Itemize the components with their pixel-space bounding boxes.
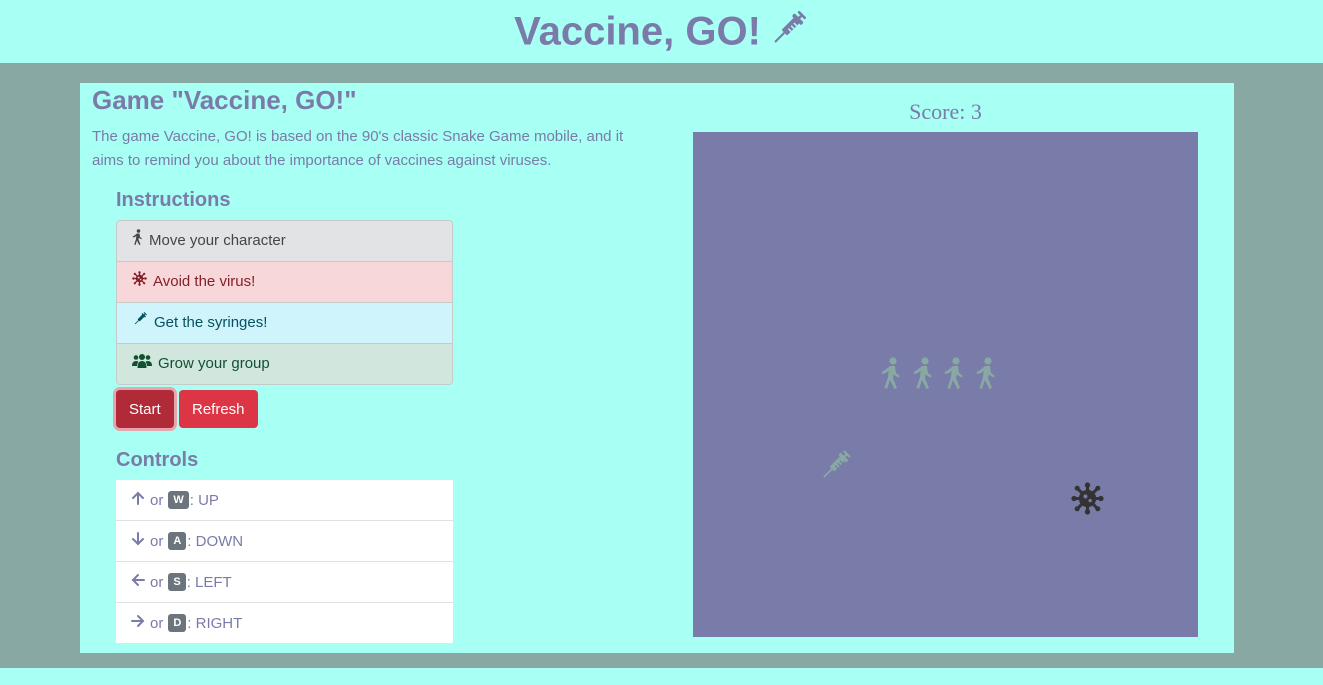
game-board[interactable] (693, 132, 1198, 637)
control-action: : DOWN (187, 532, 244, 550)
or-text: or (150, 532, 164, 550)
game-title: Game "Vaccine, GO!" (92, 85, 357, 115)
syringe-icon (132, 303, 148, 343)
control-item-right: or D : RIGHT (116, 603, 453, 643)
follower-walking-icon (975, 356, 997, 395)
virus-icon (132, 262, 147, 302)
control-action: : UP (189, 491, 219, 509)
control-action: : RIGHT (187, 614, 243, 632)
control-item-left: or S : LEFT (116, 562, 453, 603)
key-badge-s: S (168, 573, 186, 591)
player-walking-icon (880, 356, 902, 395)
instruction-label: Grow your group (158, 355, 270, 372)
follower-walking-icon (912, 356, 934, 395)
page-title-text: Vaccine, GO! (514, 9, 761, 54)
instruction-label: Move your character (149, 232, 286, 249)
control-item-up: or W : UP (116, 480, 453, 521)
control-item-down: or A : DOWN (116, 521, 453, 562)
instruction-item-group: Grow your group (117, 344, 452, 384)
arrow-up-icon (131, 491, 145, 509)
main-panel: Game "Vaccine, GO!" The game Vaccine, GO… (80, 83, 1234, 653)
instructions-list: Move your character Avoid the virus! Get… (116, 220, 453, 385)
follower-walking-icon (943, 356, 965, 395)
arrow-right-icon (131, 614, 145, 632)
page-title: Vaccine, GO! (0, 0, 1323, 60)
group-icon (132, 344, 152, 384)
key-badge-d: D (168, 614, 187, 632)
control-action: : LEFT (186, 573, 232, 591)
syringe-icon (767, 8, 809, 60)
syringe-pickup-icon (817, 448, 853, 489)
key-badge-a: A (168, 532, 187, 550)
or-text: or (150, 573, 164, 591)
virus-enemy-icon (1071, 482, 1104, 520)
controls-list: or W : UP or A : DOWN or S : LEFT or D :… (116, 480, 453, 643)
walking-person-icon (132, 221, 143, 261)
refresh-button[interactable]: Refresh (179, 390, 258, 428)
arrow-down-icon (131, 532, 145, 550)
key-badge-w: W (168, 491, 189, 509)
instructions-heading: Instructions (116, 189, 231, 211)
score-display: Score: 3 (909, 99, 982, 124)
start-button[interactable]: Start (116, 390, 174, 428)
controls-heading: Controls (116, 449, 199, 471)
instruction-item-virus: Avoid the virus! (117, 262, 452, 303)
instruction-item-syringe: Get the syringes! (117, 303, 452, 344)
instruction-label: Get the syringes! (154, 314, 268, 331)
instruction-label: Avoid the virus! (153, 273, 256, 290)
instruction-item-move: Move your character (117, 221, 452, 262)
or-text: or (150, 491, 164, 509)
or-text: or (150, 614, 164, 632)
game-description: The game Vaccine, GO! is based on the 90… (92, 128, 624, 169)
arrow-left-icon (131, 573, 145, 591)
page-header: Vaccine, GO! (0, 0, 1323, 63)
